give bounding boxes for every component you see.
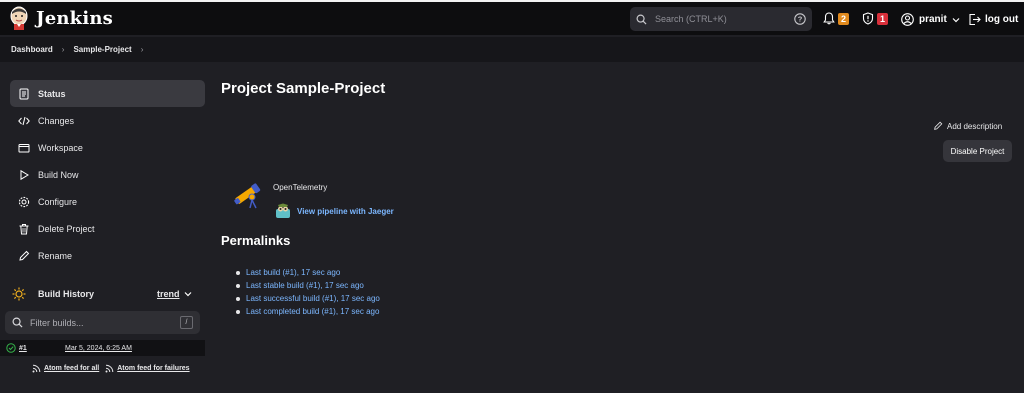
filter-builds-input[interactable]: Filter builds... /: [5, 311, 200, 334]
sidebar-item-status[interactable]: Status: [10, 80, 205, 107]
disable-project-button[interactable]: Disable Project: [943, 140, 1012, 162]
jenkins-logo-link[interactable]: Jenkins: [8, 6, 113, 30]
help-icon[interactable]: ?: [794, 13, 806, 25]
list-item: Last stable build (#1), 17 sec ago: [236, 279, 380, 292]
breadcrumb-sample-project[interactable]: Sample-Project: [73, 45, 131, 54]
gear-icon: [18, 196, 30, 207]
permalink-last-successful-build[interactable]: Last successful build (#1), 17 sec ago: [246, 294, 380, 303]
rss-icon: [32, 364, 41, 373]
sidebar-item-label: Changes: [38, 115, 75, 126]
trend-link[interactable]: trend: [157, 289, 180, 299]
trash-icon: [19, 223, 29, 234]
chevron-down-icon[interactable]: [184, 291, 192, 297]
bullet-icon: [236, 309, 240, 314]
pencil-icon: [19, 250, 30, 261]
user-menu[interactable]: pranit: [901, 13, 960, 26]
sidebar-item-label: Status: [38, 88, 66, 99]
search-icon: [636, 14, 647, 25]
sidebar-item-delete-project[interactable]: Delete Project: [10, 215, 205, 242]
breadcrumb-dashboard[interactable]: Dashboard: [11, 45, 53, 54]
bell-icon: [823, 12, 835, 25]
bullet-icon: [236, 296, 240, 301]
atom-feed-failures-label: Atom feed for failures: [117, 365, 190, 372]
atom-feed-all-label: Atom feed for all: [44, 365, 100, 372]
user-name: pranit: [919, 14, 947, 25]
atom-feed-all-link[interactable]: Atom feed for all: [32, 364, 99, 373]
build-history-title: Build History: [38, 289, 95, 299]
permalink-last-stable-build[interactable]: Last stable build (#1), 17 sec ago: [246, 281, 364, 290]
play-icon: [20, 169, 29, 180]
logout-label: log out: [985, 14, 1019, 25]
chevron-down-icon: [952, 17, 960, 22]
rss-icon: [105, 364, 114, 373]
logout-button[interactable]: log out: [968, 13, 1018, 26]
status-icon: [19, 88, 29, 99]
build-number-link[interactable]: #1: [19, 345, 27, 352]
add-description-label: Add description: [947, 121, 1003, 131]
permalink-last-completed-build[interactable]: Last completed build (#1), 17 sec ago: [246, 307, 379, 316]
bullet-icon: [236, 270, 240, 275]
notifications-badge: 2: [838, 12, 849, 25]
permalinks-heading: Permalinks: [221, 233, 291, 248]
list-item: Last completed build (#1), 17 sec ago: [236, 305, 380, 318]
search-icon: [12, 317, 23, 328]
view-pipeline-jaeger-label: View pipeline with Jaeger: [297, 206, 394, 216]
folder-icon: [18, 143, 30, 152]
sidebar-item-label: Build Now: [38, 169, 79, 180]
chevron-right-icon[interactable]: ›: [141, 45, 144, 54]
jenkins-butler-icon: [10, 6, 28, 30]
jaeger-icon: [276, 203, 290, 218]
list-item: Last successful build (#1), 17 sec ago: [236, 292, 380, 305]
notifications-button[interactable]: 2: [823, 12, 849, 25]
list-item: Last build (#1), 17 sec ago: [236, 266, 380, 279]
shield-icon: [862, 12, 874, 25]
build-date-link[interactable]: Mar 5, 2024, 6:25 AM: [65, 345, 132, 352]
top-bar: Jenkins Search (CTRL+K) ? 2 1 pranit log…: [0, 0, 1024, 35]
build-history-header: Build History trend: [10, 285, 205, 303]
success-check-icon: [6, 343, 16, 353]
page-title: Project Sample-Project: [221, 80, 386, 97]
sidebar-item-build-now[interactable]: Build Now: [10, 161, 205, 188]
atom-feed-failures-link[interactable]: Atom feed for failures: [105, 364, 190, 373]
code-icon: [18, 116, 30, 125]
sun-weather-icon: [12, 287, 26, 301]
sidebar-item-label: Delete Project: [38, 223, 95, 234]
sidebar-item-workspace[interactable]: Workspace: [10, 134, 205, 161]
logout-icon: [969, 13, 981, 26]
filter-placeholder[interactable]: Filter builds...: [30, 318, 180, 328]
sidebar-item-label: Configure: [38, 196, 78, 207]
sidebar: Status Changes Workspace Build Now Confi…: [10, 80, 205, 269]
build-row[interactable]: #1 Mar 5, 2024, 6:25 AM: [0, 340, 205, 356]
sidebar-item-changes[interactable]: Changes: [10, 107, 205, 134]
security-badge: 1: [877, 12, 888, 25]
svg-text:?: ?: [798, 15, 803, 24]
sidebar-item-rename[interactable]: Rename: [10, 242, 205, 269]
bullet-icon: [236, 283, 240, 288]
sidebar-item-label: Workspace: [38, 142, 83, 153]
permalinks-list: Last build (#1), 17 sec ago Last stable …: [236, 266, 380, 318]
sidebar-item-configure[interactable]: Configure: [10, 188, 205, 215]
search-input[interactable]: Search (CTRL+K): [655, 14, 794, 24]
opentelemetry-telescope-icon: [234, 183, 261, 209]
opentelemetry-label: OpenTelemetry: [273, 183, 328, 192]
view-pipeline-jaeger-link[interactable]: View pipeline with Jaeger: [275, 203, 394, 219]
chevron-right-icon: ›: [61, 45, 65, 54]
search-box[interactable]: Search (CTRL+K) ?: [630, 7, 812, 31]
security-button[interactable]: 1: [862, 12, 888, 25]
permalink-last-build[interactable]: Last build (#1), 17 sec ago: [246, 268, 340, 277]
filter-shortcut-key: /: [180, 316, 193, 329]
app-name: Jenkins: [36, 7, 113, 29]
sidebar-item-label: Rename: [38, 250, 73, 261]
user-icon: [901, 13, 914, 26]
breadcrumb: Dashboard › Sample-Project ›: [0, 37, 1024, 62]
atom-feeds: Atom feed for all Atom feed for failures: [32, 364, 190, 373]
add-description-button[interactable]: Add description: [933, 121, 1002, 131]
pencil-icon: [934, 121, 943, 130]
